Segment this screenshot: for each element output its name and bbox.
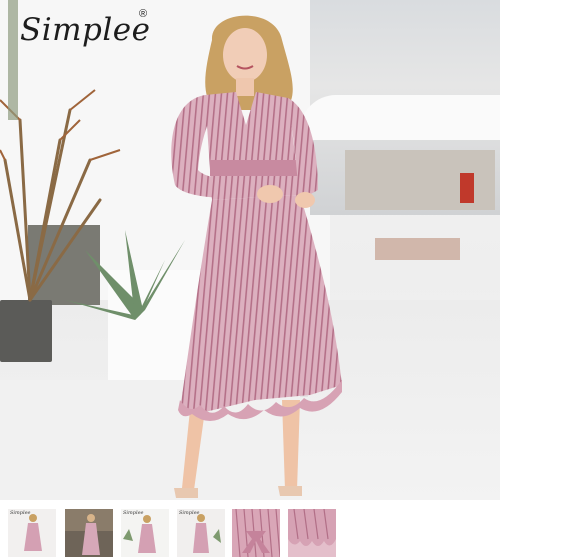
thumbnail-logo: Simplee bbox=[10, 510, 31, 516]
thumbnail-logo: Simplee bbox=[179, 510, 200, 516]
dress-side-icon bbox=[193, 514, 221, 553]
model-wearing-dress bbox=[171, 15, 342, 498]
thumbnail-4[interactable]: Simplee bbox=[177, 509, 225, 557]
dress-indoor-icon bbox=[65, 509, 113, 555]
registered-mark: ® bbox=[139, 8, 148, 20]
waist-tie-icon bbox=[235, 509, 280, 557]
dress-front-icon bbox=[24, 514, 42, 551]
ruffle-hem-icon bbox=[288, 509, 336, 557]
brand-logo: Simplee bbox=[20, 12, 151, 48]
main-product-image[interactable]: Simplee ® bbox=[0, 0, 500, 500]
thumbnail-5[interactable] bbox=[232, 509, 280, 557]
thumbnail-logo: Simplee bbox=[123, 510, 144, 516]
thumbnail-6[interactable] bbox=[288, 509, 336, 557]
dress-outdoor-icon bbox=[123, 515, 156, 553]
thumbnail-1[interactable]: Simplee bbox=[8, 509, 56, 557]
thumbnail-2[interactable] bbox=[65, 509, 113, 557]
thumbnail-3[interactable]: Simplee bbox=[121, 509, 169, 557]
